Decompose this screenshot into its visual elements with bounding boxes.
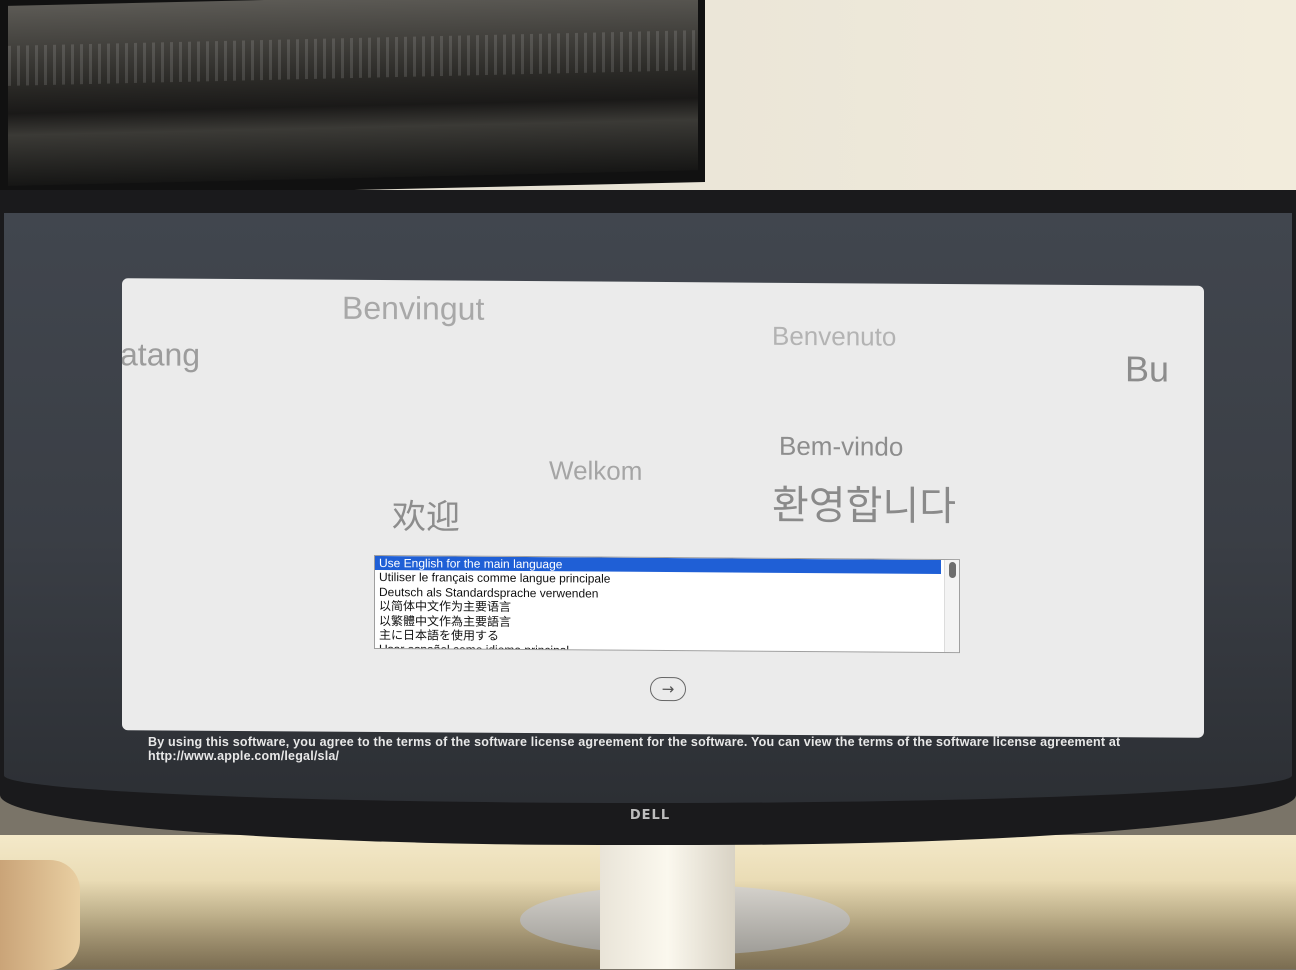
- dell-logo: DELL: [629, 808, 671, 823]
- welcome-word: Welkom: [549, 455, 643, 486]
- welcome-word: 환영합니다: [772, 482, 956, 531]
- city-photo: [8, 0, 698, 186]
- welcome-word: 欢迎: [392, 497, 460, 538]
- monitor-stand: [600, 835, 735, 969]
- license-agreement-text: By using this software, you agree to the…: [148, 735, 1121, 763]
- cup: [0, 860, 80, 970]
- wall-background: [0, 0, 1296, 215]
- welcome-word: Bu: [1125, 348, 1170, 390]
- welcome-word: Benvingut: [342, 289, 485, 327]
- next-button[interactable]: →: [650, 676, 686, 702]
- wall-picture-frame: [0, 0, 705, 198]
- arrow-right-circle-icon: →: [661, 679, 675, 699]
- welcome-word: atang: [122, 336, 201, 373]
- scrollbar-thumb[interactable]: [949, 561, 956, 579]
- language-list[interactable]: Use English for the main language Utilis…: [374, 554, 960, 654]
- list-scrollbar[interactable]: [944, 559, 959, 653]
- installer-window: Benvingut atang Benvenuto Bu Bem-vindo W…: [122, 278, 1204, 738]
- welcome-word: Benvenuto: [772, 320, 897, 352]
- welcome-word: Bem-vindo: [779, 430, 904, 462]
